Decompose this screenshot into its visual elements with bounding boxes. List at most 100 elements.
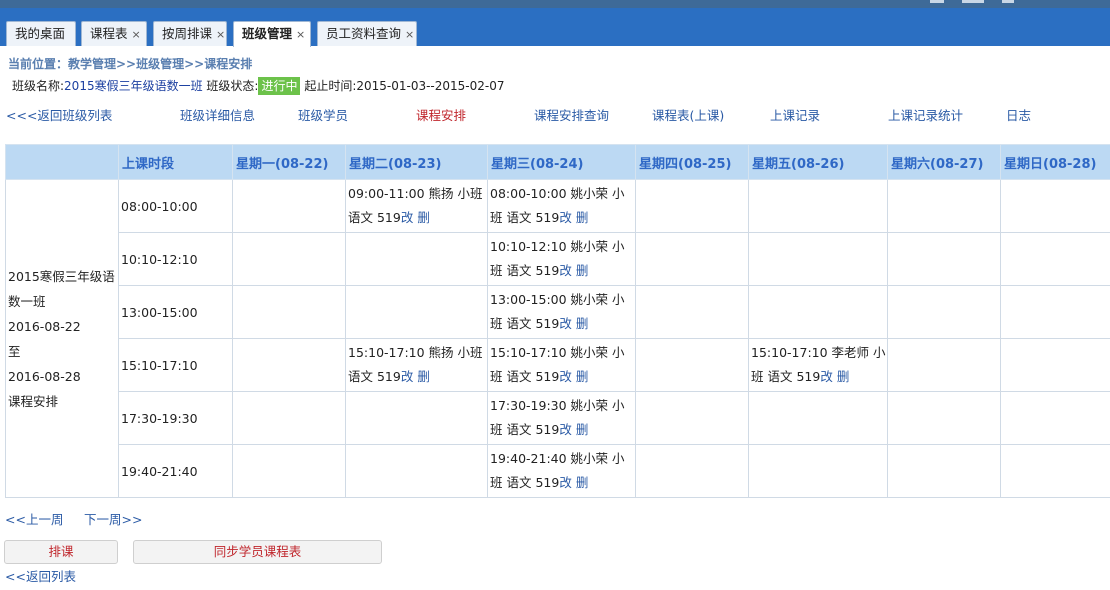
delete-lesson-link[interactable]: 删 — [417, 210, 430, 225]
nav-arrangement-query[interactable]: 课程安排查询 — [534, 105, 609, 124]
prev-week-link[interactable]: <<上一周 — [5, 509, 63, 528]
lesson-entry: 15:10-17:10 李老师 小班 语文 519改 删 — [751, 341, 887, 390]
lesson-entry: 10:10-12:10 姚小荣 小班 语文 519改 删 — [490, 235, 635, 284]
nav-log[interactable]: 日志 — [1006, 105, 1031, 124]
time-slot-cell: 19:40-21:40 — [118, 444, 233, 498]
day-cell — [635, 285, 749, 339]
day-cell — [1000, 285, 1110, 339]
day-cell: 13:00-15:00 姚小荣 小班 语文 519改 删 — [487, 285, 636, 339]
nav-course-table-class[interactable]: 课程表(上课) — [652, 105, 724, 124]
nav-course-arrangement[interactable]: 课程安排 — [416, 105, 466, 124]
day-cell: 17:30-19:30 姚小荣 小班 语文 519改 删 — [487, 391, 636, 445]
lesson-text: 08:00-10:00 姚小荣 小班 语文 519 — [490, 185, 625, 226]
close-icon[interactable]: × — [405, 28, 414, 41]
edit-lesson-link[interactable]: 改 — [559, 422, 572, 437]
edit-lesson-link[interactable]: 改 — [401, 369, 414, 384]
day-cell — [748, 232, 888, 286]
header-logo-fragment — [930, 0, 1050, 8]
header-day: 星期日(08-28) — [1000, 144, 1110, 180]
day-cell — [635, 232, 749, 286]
close-icon[interactable]: × — [132, 28, 141, 41]
lesson-text: 10:10-12:10 姚小荣 小班 语文 519 — [490, 238, 625, 279]
delete-lesson-link[interactable]: 删 — [576, 369, 589, 384]
lesson-entry: 17:30-19:30 姚小荣 小班 语文 519改 删 — [490, 394, 635, 443]
tab-label: 按周排课 — [162, 26, 213, 41]
day-cell — [1000, 232, 1110, 286]
tab-course-table[interactable]: 课程表 × — [81, 21, 147, 46]
day-cell — [635, 391, 749, 445]
edit-lesson-link[interactable]: 改 — [559, 475, 572, 490]
day-cell — [635, 444, 749, 498]
day-cell — [1000, 391, 1110, 445]
day-cell: 10:10-12:10 姚小荣 小班 语文 519改 删 — [487, 232, 636, 286]
class-period: 2015-01-03--2015-02-07 — [356, 79, 505, 93]
day-cell — [748, 444, 888, 498]
edit-lesson-link[interactable]: 改 — [559, 316, 572, 331]
header-day: 星期五(08-26) — [748, 144, 888, 180]
day-cell — [748, 285, 888, 339]
class-summary-line: 2016-08-28 — [8, 368, 81, 384]
delete-lesson-link[interactable]: 删 — [576, 210, 589, 225]
delete-lesson-link[interactable]: 删 — [576, 475, 589, 490]
lesson-entry: 13:00-15:00 姚小荣 小班 语文 519改 删 — [490, 288, 635, 337]
nav-class-details[interactable]: 班级详细信息 — [180, 105, 255, 124]
edit-lesson-link[interactable]: 改 — [559, 369, 572, 384]
sync-student-schedule-button[interactable]: 同步学员课程表 — [133, 540, 382, 564]
nav-record-statistics[interactable]: 上课记录统计 — [888, 105, 963, 124]
day-cell — [887, 444, 1001, 498]
day-cell — [345, 285, 488, 339]
header-day: 星期二(08-23) — [345, 144, 488, 180]
edit-lesson-link[interactable]: 改 — [401, 210, 414, 225]
class-name: 2015寒假三年级语数一班 — [64, 79, 203, 93]
class-summary-line: 至 — [8, 343, 21, 359]
day-cell — [748, 391, 888, 445]
day-cell — [887, 179, 1001, 233]
nav-class-records[interactable]: 上课记录 — [770, 105, 820, 124]
day-cell — [232, 444, 346, 498]
day-cell: 15:10-17:10 熊扬 小班 语文 519改 删 — [345, 338, 488, 392]
delete-lesson-link[interactable]: 删 — [576, 316, 589, 331]
tab-staff-lookup[interactable]: 员工资料查询 × — [317, 21, 417, 46]
day-cell — [635, 338, 749, 392]
lesson-text: 09:00-11:00 熊扬 小班 语文 519 — [348, 185, 483, 226]
time-slot-cell: 08:00-10:00 — [118, 179, 233, 233]
period-label: 起止时间: — [304, 79, 357, 93]
delete-lesson-link[interactable]: 删 — [576, 422, 589, 437]
class-info-line: 班级名称:2015寒假三年级语数一班 班级状态: 进行中 起止时间:2015-01… — [12, 77, 505, 95]
delete-lesson-link[interactable]: 删 — [417, 369, 430, 384]
schedule-button[interactable]: 排课 — [4, 540, 118, 564]
edit-lesson-link[interactable]: 改 — [559, 210, 572, 225]
table-row: 17:30-19:30 17:30-19:30 姚小荣 小班 语文 519改 删 — [6, 391, 1110, 445]
tab-weekly-scheduling[interactable]: 按周排课 × — [153, 21, 227, 46]
edit-lesson-link[interactable]: 改 — [820, 369, 833, 384]
time-slot-cell: 10:10-12:10 — [118, 232, 233, 286]
table-row: 10:10-12:10 10:10-12:10 姚小荣 小班 语文 519改 删 — [6, 232, 1110, 286]
time-slot-cell: 15:10-17:10 — [118, 338, 233, 392]
class-summary-line: 数一班 — [8, 293, 46, 309]
class-name-label: 班级名称: — [12, 79, 65, 93]
header-day: 星期一(08-22) — [232, 144, 346, 180]
tab-label: 我的桌面 — [15, 26, 66, 41]
header-day: 星期六(08-27) — [887, 144, 1001, 180]
tab-label: 员工资料查询 — [326, 26, 402, 41]
tab-class-management[interactable]: 班级管理 × — [233, 21, 311, 47]
class-summary-line: 课程安排 — [8, 393, 59, 409]
nav-back-to-class-list[interactable]: <<<返回班级列表 — [6, 105, 112, 124]
close-icon[interactable]: × — [296, 28, 305, 41]
nav-class-students[interactable]: 班级学员 — [298, 105, 348, 124]
class-summary-cell: 2015寒假三年级语 数一班 2016-08-22 至 2016-08-28 课程安排 — [5, 179, 119, 498]
delete-lesson-link[interactable]: 删 — [837, 369, 850, 384]
back-to-list-link[interactable]: <<返回列表 — [5, 566, 76, 585]
lesson-text: 15:10-17:10 熊扬 小班 语文 519 — [348, 344, 483, 385]
tab-my-desktop[interactable]: 我的桌面 — [6, 21, 76, 46]
day-cell — [1000, 338, 1110, 392]
header-blank — [5, 144, 119, 180]
close-icon[interactable]: × — [216, 28, 225, 41]
delete-lesson-link[interactable]: 删 — [576, 263, 589, 278]
schedule-table: 上课时段 星期一(08-22) 星期二(08-23) 星期三(08-24) 星期四(08… — [5, 144, 1110, 498]
edit-lesson-link[interactable]: 改 — [559, 263, 572, 278]
day-cell: 15:10-17:10 姚小荣 小班 语文 519改 删 — [487, 338, 636, 392]
lesson-text: 15:10-17:10 姚小荣 小班 语文 519 — [490, 344, 625, 385]
next-week-link[interactable]: 下一周>> — [84, 509, 142, 528]
time-slot-cell: 17:30-19:30 — [118, 391, 233, 445]
